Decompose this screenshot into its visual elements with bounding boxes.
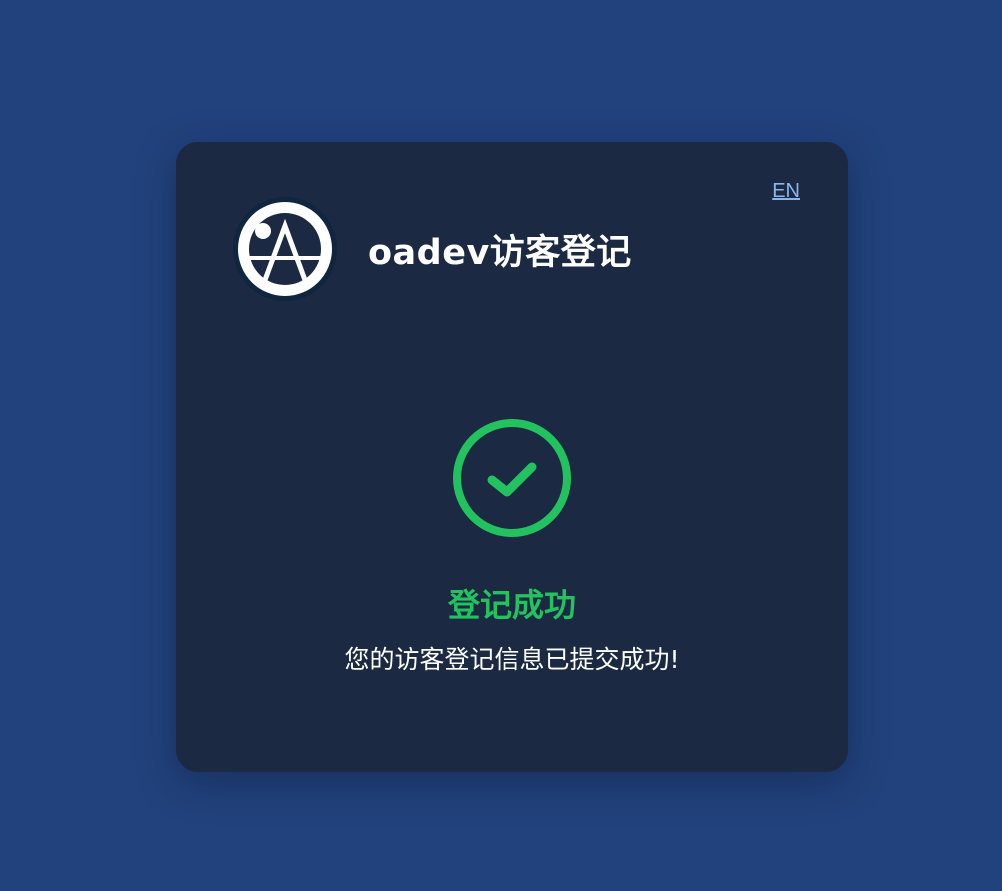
page-title: oadev访客登记 [368, 232, 632, 273]
language-switch-link[interactable]: EN [772, 180, 800, 203]
success-title: 登记成功 [447, 586, 576, 624]
card-header: oadev访客登记 [230, 194, 632, 304]
success-message: 您的访客登记信息已提交成功! [344, 645, 680, 674]
check-circle-icon [453, 419, 571, 537]
oa-logo-icon [233, 197, 337, 301]
registration-result-card: EN oadev访客登记 登记成功 您的访客登记信息已提交成功! [176, 142, 848, 772]
